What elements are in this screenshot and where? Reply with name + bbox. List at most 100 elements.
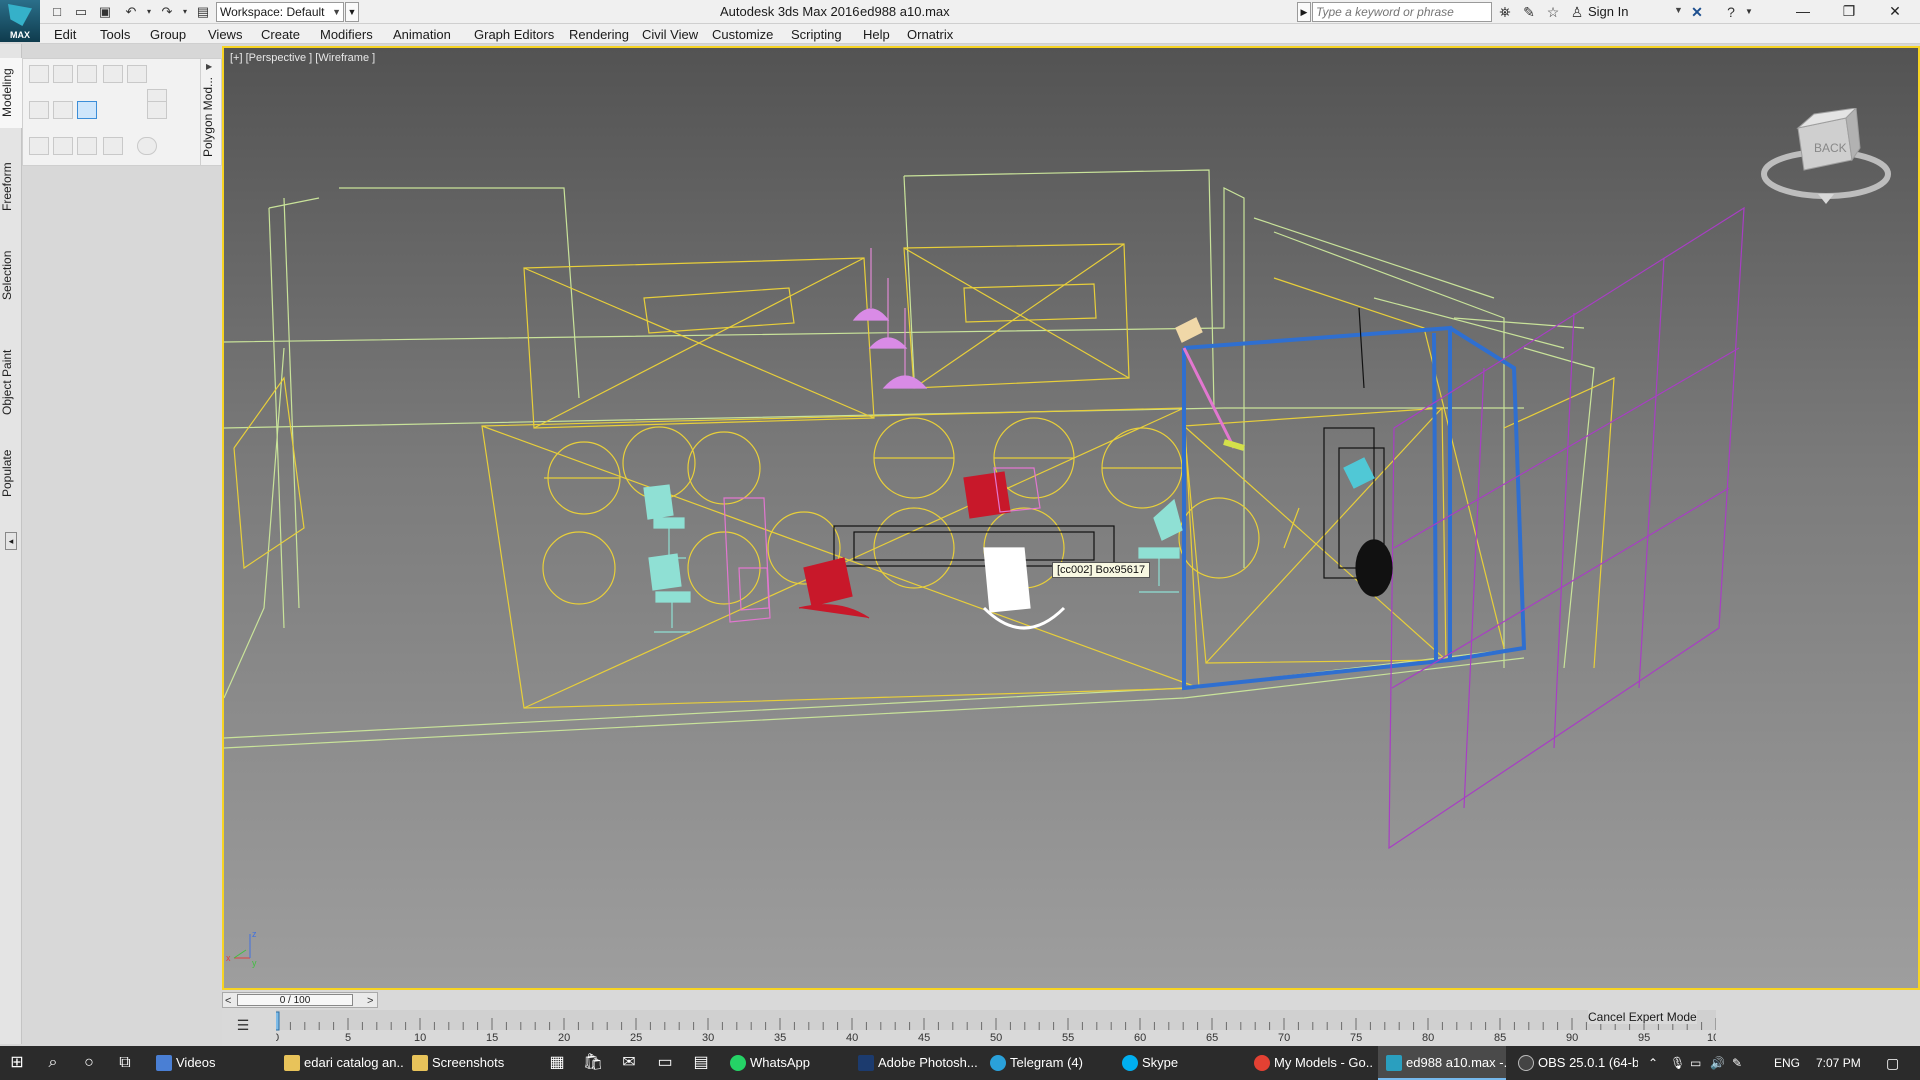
save-file-icon[interactable]: ▣ <box>96 3 114 21</box>
exchange-apps-icon[interactable]: ✕ <box>1688 3 1706 21</box>
menu-ornatrix[interactable]: Ornatrix <box>907 27 953 42</box>
menu-modifiers[interactable]: Modifiers <box>320 27 373 42</box>
repeat-last-icon[interactable] <box>77 137 97 155</box>
polygon-mode-icon[interactable] <box>103 65 123 83</box>
sign-in-dropdown-icon[interactable]: ▼ <box>1674 5 1683 15</box>
time-prev-button[interactable]: < <box>225 995 231 1007</box>
menu-edit[interactable]: Edit <box>54 27 76 42</box>
menu-help[interactable]: Help <box>863 27 890 42</box>
new-file-icon[interactable]: □ <box>48 3 66 21</box>
edge-mode-icon[interactable] <box>53 65 73 83</box>
time-slider-thumb[interactable]: 0 / 100 <box>237 994 353 1006</box>
menu-views[interactable]: Views <box>208 27 242 42</box>
taskbar-app-chrome[interactable]: My Models - Go... <box>1246 1046 1374 1080</box>
taskbar-app-obs[interactable]: OBS 25.0.1 (64-b... <box>1510 1046 1638 1080</box>
microphone-icon[interactable]: 🎙 <box>1670 1046 1685 1080</box>
search-icon[interactable]: ⌕ <box>42 1052 64 1074</box>
pen-icon[interactable]: ✎ <box>1732 1046 1742 1080</box>
ribbon-toggle-icon[interactable]: ◂ <box>5 532 17 550</box>
wireframe-scene[interactable] <box>224 48 1918 988</box>
polygon-modeling-label-panel[interactable]: Polygon Mod... <box>200 58 222 166</box>
taskbar-app-3dsmax[interactable]: ed988 a10.max -... <box>1378 1046 1506 1080</box>
volume-icon[interactable]: 🔊 <box>1710 1046 1725 1080</box>
notifications-icon[interactable]: ▢ <box>1886 1046 1899 1080</box>
show-end-result-icon[interactable] <box>77 101 97 119</box>
taskbar-app-skype[interactable]: Skype <box>1114 1046 1242 1080</box>
tab-object-paint[interactable]: Object Paint <box>0 340 22 424</box>
app-menu-button[interactable]: MAX <box>0 0 40 42</box>
menu-group[interactable]: Group <box>150 27 186 42</box>
tab-populate[interactable]: Populate <box>0 442 22 504</box>
panel-expand-icon[interactable]: ▶ <box>206 62 212 71</box>
help-dropdown-icon[interactable]: ▼ <box>1740 3 1758 21</box>
windows-start-icon[interactable]: ⊞ <box>6 1052 28 1074</box>
move-down-icon[interactable] <box>147 101 167 119</box>
viewcube[interactable]: BACK <box>1756 106 1896 208</box>
search-expand-button[interactable]: ▶ <box>1297 2 1311 22</box>
tray-overflow-icon[interactable]: ⌃ <box>1648 1046 1658 1080</box>
menu-graph-editors[interactable]: Graph Editors <box>474 27 554 42</box>
menu-tools[interactable]: Tools <box>100 27 130 42</box>
tab-freeform[interactable]: Freeform <box>0 156 22 218</box>
track-bar[interactable]: 0 5 10 15 20 25 30 35 40 45 50 55 60 65 70 75 80 85 90 95 10… <box>276 1010 1716 1044</box>
project-folder-icon[interactable]: ▤ <box>194 3 212 21</box>
taskbar-app-whatsapp[interactable]: WhatsApp <box>722 1046 850 1080</box>
menu-scripting[interactable]: Scripting <box>791 27 842 42</box>
open-file-icon[interactable]: ▭ <box>72 3 90 21</box>
customize-qat-button[interactable]: ▼ <box>345 2 359 22</box>
preserve-uvs-icon[interactable] <box>29 137 49 155</box>
communication-center-icon[interactable]: ✎ <box>1520 3 1538 21</box>
taskbar-app-videos[interactable]: Videos <box>148 1046 276 1080</box>
current-frame-marker[interactable] <box>276 1011 280 1031</box>
redo-icon[interactable]: ↷ <box>158 3 176 21</box>
nurms-toggle-icon[interactable] <box>137 137 157 155</box>
cancel-expert-mode-button[interactable]: Cancel Expert Mode <box>1588 1010 1697 1024</box>
minimize-button[interactable]: — <box>1780 0 1826 24</box>
app-icon[interactable]: ▤ <box>690 1052 712 1074</box>
calculator-icon[interactable]: ▦ <box>546 1052 568 1074</box>
restore-button[interactable]: ❐ <box>1826 0 1872 24</box>
menu-customize[interactable]: Customize <box>712 27 773 42</box>
taskbar-app-telegram[interactable]: Telegram (4) <box>982 1046 1110 1080</box>
cortana-icon[interactable]: ○ <box>78 1052 100 1074</box>
menu-civil-view[interactable]: Civil View <box>642 27 698 42</box>
language-indicator[interactable]: ENG <box>1774 1046 1800 1080</box>
favorites-star-icon[interactable]: ☆ <box>1544 3 1562 21</box>
undo-icon[interactable]: ↶ <box>122 3 140 21</box>
sign-in-button[interactable]: Sign In <box>1588 4 1628 19</box>
workspace-dropdown[interactable]: Workspace: Default ▼ <box>216 2 344 22</box>
curve-editor-icon[interactable]: ☰ <box>234 1016 252 1034</box>
user-icon[interactable]: ♙ <box>1568 3 1586 21</box>
menu-animation[interactable]: Animation <box>393 27 451 42</box>
mail-icon[interactable]: ✉ <box>618 1052 640 1074</box>
time-slider[interactable]: < 0 / 100 > <box>222 992 378 1008</box>
network-icon[interactable]: ▭ <box>1690 1046 1701 1080</box>
help-icon[interactable]: ? <box>1722 3 1740 21</box>
close-button[interactable]: ✕ <box>1872 0 1918 24</box>
collapse-stack-icon[interactable] <box>103 137 123 155</box>
object-tooltip: [cc002] Box95617 <box>1052 562 1151 578</box>
menu-rendering[interactable]: Rendering <box>569 27 629 42</box>
store-icon[interactable]: 🛍 <box>582 1052 604 1074</box>
taskbar-app-photoshop[interactable]: Adobe Photosh... <box>850 1046 978 1080</box>
tab-selection[interactable]: Selection <box>0 244 22 306</box>
redo-dropdown-icon[interactable]: ▾ <box>176 3 194 21</box>
taskbar-app-screenshots[interactable]: Screenshots <box>404 1046 532 1080</box>
modify-mode-icon[interactable] <box>29 101 49 119</box>
binoculars-icon[interactable]: ⛯ <box>1496 3 1514 21</box>
task-view-icon[interactable]: ⧉ <box>114 1052 136 1074</box>
ignore-backfacing-icon[interactable] <box>53 137 73 155</box>
vertex-mode-icon[interactable] <box>29 65 49 83</box>
undo-dropdown-icon[interactable]: ▾ <box>140 3 158 21</box>
desktop-icon[interactable]: ▭ <box>654 1052 676 1074</box>
taskbar-app-catalog[interactable]: edari catalog an... <box>276 1046 404 1080</box>
tab-modeling[interactable]: Modeling <box>0 58 22 128</box>
element-mode-icon[interactable] <box>127 65 147 83</box>
border-mode-icon[interactable] <box>77 65 97 83</box>
search-input[interactable] <box>1312 2 1492 22</box>
time-next-button[interactable]: > <box>367 995 373 1007</box>
clock[interactable]: 7:07 PM <box>1816 1046 1861 1080</box>
perspective-viewport[interactable]: [+] [Perspective ] [Wireframe ] BACK [cc… <box>222 46 1920 990</box>
pin-stack-icon[interactable] <box>53 101 73 119</box>
menu-create[interactable]: Create <box>261 27 300 42</box>
